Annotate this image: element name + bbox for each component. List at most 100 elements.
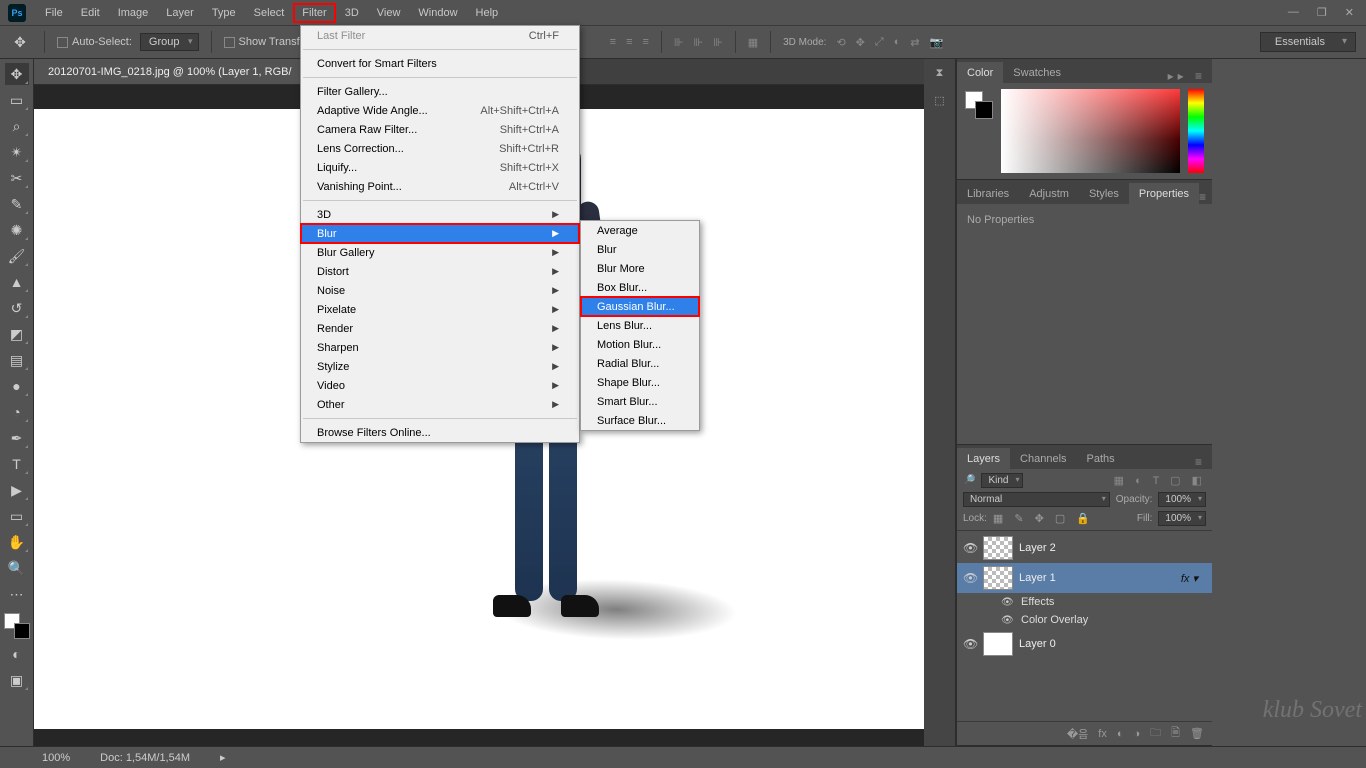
tab-styles[interactable]: Styles <box>1079 183 1129 204</box>
crop-tool[interactable]: ✂ <box>5 167 29 189</box>
slide-icon[interactable]: ⇄ <box>908 36 921 49</box>
menu-item-other[interactable]: Other▶ <box>301 395 579 414</box>
shape-tool[interactable]: ▭ <box>5 505 29 527</box>
cube-icon[interactable]: ⬚ <box>934 94 944 107</box>
menu-image[interactable]: Image <box>109 3 158 23</box>
group-icon[interactable]: 🗀 <box>1150 724 1161 743</box>
menu-item-motion-blur[interactable]: Motion Blur... <box>581 335 699 354</box>
status-arrow-icon[interactable]: ▸ <box>220 751 226 764</box>
close-icon[interactable]: ✕ <box>1345 6 1354 19</box>
dolly-icon[interactable]: ⤢ <box>873 36 886 49</box>
menu-3d[interactable]: 3D <box>336 3 368 23</box>
opacity-field[interactable]: 100% <box>1158 492 1206 507</box>
foreground-background-colors[interactable] <box>4 613 30 639</box>
camera-icon[interactable]: 📷 <box>928 36 946 49</box>
menu-item-liquify[interactable]: Liquify...Shift+Ctrl+X <box>301 158 579 177</box>
window-controls[interactable]: — ❐ ✕ <box>1288 6 1366 19</box>
menu-layer[interactable]: Layer <box>157 3 203 23</box>
menu-item-filter-gallery[interactable]: Filter Gallery... <box>301 82 579 101</box>
zoom-tool[interactable]: 🔍 <box>5 557 29 579</box>
move-tool-icon[interactable]: ✥ <box>8 31 32 53</box>
arrange-icon[interactable]: ▦ <box>746 36 760 49</box>
layer-list[interactable]: 👁 Layer 2 👁 Layer 1 fx ▾ 👁Effects👁Color Overl… <box>957 531 1212 721</box>
visibility-icon[interactable]: 👁 <box>963 637 977 651</box>
distribute-icon[interactable]: ⊪ <box>672 36 686 49</box>
menu-item-box-blur[interactable]: Box Blur... <box>581 278 699 297</box>
tab-libraries[interactable]: Libraries <box>957 183 1019 204</box>
blur-submenu[interactable]: AverageBlurBlur MoreBox Blur...Gaussian … <box>580 220 700 431</box>
fill-field[interactable]: 100% <box>1158 511 1206 526</box>
layer-thumbnail[interactable] <box>983 536 1013 560</box>
align-icon[interactable]: ≡ <box>624 36 634 48</box>
menu-edit[interactable]: Edit <box>72 3 109 23</box>
show-transform-checkbox[interactable]: Show Transf <box>224 36 300 48</box>
tab-adjustm[interactable]: Adjustm <box>1019 183 1079 204</box>
edit-toolbar[interactable]: ⋯ <box>5 583 29 605</box>
menu-item-vanishing-point[interactable]: Vanishing Point...Alt+Ctrl+V <box>301 177 579 196</box>
hand-tool[interactable]: ✋ <box>5 531 29 553</box>
color-fg-bg[interactable] <box>965 91 993 119</box>
doc-size[interactable]: Doc: 1,54M/1,54M <box>100 752 190 764</box>
auto-select-dropdown[interactable]: Group <box>140 33 199 51</box>
pan-icon[interactable]: ✥ <box>854 36 867 49</box>
fx-badge[interactable]: fx ▾ <box>1181 572 1206 585</box>
color-ramp[interactable] <box>1001 89 1180 173</box>
menu-item-smart-blur[interactable]: Smart Blur... <box>581 392 699 411</box>
menu-item-video[interactable]: Video▶ <box>301 376 579 395</box>
path-select-tool[interactable]: ▶ <box>5 479 29 501</box>
tab-color[interactable]: Color <box>957 62 1003 83</box>
gradient-tool[interactable]: ▤ <box>5 349 29 371</box>
minimize-icon[interactable]: — <box>1288 6 1299 19</box>
menu-item-gaussian-blur[interactable]: Gaussian Blur... <box>581 297 699 316</box>
pen-tool[interactable]: ✒ <box>5 427 29 449</box>
layer-effect-item[interactable]: 👁Color Overlay <box>957 611 1212 629</box>
eyedropper-tool[interactable]: ✎ <box>5 193 29 215</box>
panel-menu-icon[interactable]: ≡ <box>1199 190 1216 204</box>
layer-style-icon[interactable]: fx <box>1098 728 1107 740</box>
history-icon[interactable]: ⧗ <box>936 67 944 80</box>
stamp-tool[interactable]: ▲ <box>5 271 29 293</box>
layer-mask-icon[interactable]: ◐ <box>1117 728 1124 740</box>
move-tool[interactable]: ✥ <box>5 63 29 85</box>
layer-name[interactable]: Layer 2 <box>1019 542 1056 554</box>
orbit-icon[interactable]: ⟲ <box>834 36 847 49</box>
layer-name[interactable]: Layer 0 <box>1019 638 1056 650</box>
link-layers-icon[interactable]: �음 <box>1067 726 1088 742</box>
menu-item-stylize[interactable]: Stylize▶ <box>301 357 579 376</box>
visibility-icon[interactable]: 👁 <box>963 541 977 555</box>
marquee-tool[interactable]: ▭ <box>5 89 29 111</box>
panel-menu-icon[interactable]: ▸▸ ≡ <box>1168 69 1212 83</box>
menu-item-convert-for-smart-filters[interactable]: Convert for Smart Filters <box>301 54 579 73</box>
menu-item-average[interactable]: Average <box>581 221 699 240</box>
layer-thumbnail[interactable] <box>983 566 1013 590</box>
menu-view[interactable]: View <box>368 3 410 23</box>
align-icon[interactable]: ≡ <box>608 36 618 48</box>
menu-item-lens-correction[interactable]: Lens Correction...Shift+Ctrl+R <box>301 139 579 158</box>
menu-item-render[interactable]: Render▶ <box>301 319 579 338</box>
layer-name[interactable]: Layer 1 <box>1019 572 1056 584</box>
spot-heal-tool[interactable]: ✺ <box>5 219 29 241</box>
tab-paths[interactable]: Paths <box>1077 448 1125 469</box>
menu-item-blur-more[interactable]: Blur More <box>581 259 699 278</box>
menu-file[interactable]: File <box>36 3 72 23</box>
menu-item-blur-gallery[interactable]: Blur Gallery▶ <box>301 243 579 262</box>
menu-item-sharpen[interactable]: Sharpen▶ <box>301 338 579 357</box>
layer-effect[interactable]: 👁Effects <box>957 593 1212 611</box>
magic-wand-tool[interactable]: ✴ <box>5 141 29 163</box>
quick-mask-toggle[interactable]: ◐ <box>5 643 29 665</box>
menu-item-3d[interactable]: 3D▶ <box>301 205 579 224</box>
menu-item-blur[interactable]: Blur <box>581 240 699 259</box>
eraser-tool[interactable]: ◩ <box>5 323 29 345</box>
align-icon[interactable]: ≡ <box>640 36 650 48</box>
blend-mode-dropdown[interactable]: Normal <box>963 492 1110 507</box>
menu-type[interactable]: Type <box>203 3 245 23</box>
dodge-tool[interactable]: ◔ <box>5 401 29 423</box>
zoom-level[interactable]: 100% <box>42 752 70 764</box>
menu-select[interactable]: Select <box>245 3 294 23</box>
tab-layers[interactable]: Layers <box>957 448 1010 469</box>
document-tab[interactable]: 20120701-IMG_0218.jpg @ 100% (Layer 1, R… <box>34 59 312 84</box>
tab-channels[interactable]: Channels <box>1010 448 1076 469</box>
align-icons[interactable]: ≡≡≡ ⊪⊪⊪ ▦ 3D Mode: ⟲✥⤢◐⇄📷 <box>608 31 946 53</box>
menu-window[interactable]: Window <box>409 3 466 23</box>
layer-row[interactable]: 👁 Layer 2 <box>957 533 1212 563</box>
